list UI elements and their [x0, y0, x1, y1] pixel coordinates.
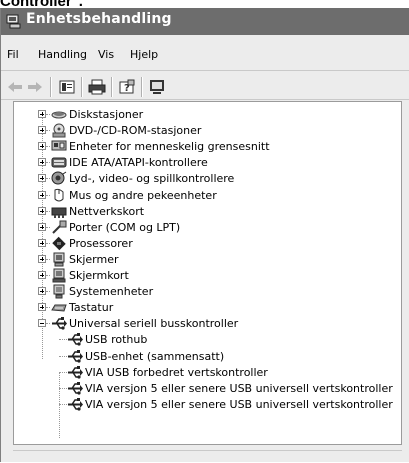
toolbar-divider	[1, 99, 409, 100]
tree-item-label: IDE ATA/ATAPI-kontrollere	[69, 156, 208, 169]
toolbar-separator	[81, 77, 83, 97]
toolbar: ?	[1, 71, 409, 101]
toolbar-separator	[111, 77, 113, 97]
tree-connector	[46, 211, 50, 212]
tree-item-label: Lyd-, video- og spillkontrollere	[69, 172, 235, 185]
tree-item-label: Skjermkort	[69, 269, 129, 282]
tree-item-label: VIA USB forbedret vertskontroller	[85, 366, 268, 379]
tree-item-label: Tastatur	[69, 301, 114, 314]
device-tree[interactable]: Diskstasjoner DVD-/CD-ROM-stasjoner Enhete…	[13, 101, 402, 445]
device-manager-icon	[6, 13, 22, 29]
expand-icon[interactable]	[38, 191, 46, 199]
tree-item-label: VIA versjon 5 eller senere USB universel…	[85, 382, 393, 395]
port-icon	[51, 220, 67, 235]
cdrom-icon	[51, 123, 67, 138]
tree-item-label: DVD-/CD-ROM-stasjoner	[69, 124, 202, 137]
network-card-icon	[51, 204, 67, 219]
menu-fil-label: Fil	[7, 48, 19, 61]
processor-icon	[51, 236, 67, 251]
tree-item-label: Enheter for menneskelig grensesnitt	[69, 140, 270, 153]
menu-hjelp[interactable]: Hjelp	[130, 48, 158, 61]
title-bar[interactable]: Enhetsbehandling	[1, 8, 409, 35]
expand-icon[interactable]	[38, 223, 46, 231]
expand-icon[interactable]	[38, 303, 46, 311]
status-bar	[13, 450, 402, 463]
window-title: Enhetsbehandling	[26, 11, 172, 27]
expand-icon[interactable]	[38, 126, 46, 134]
usb-icon	[51, 316, 67, 331]
ide-controller-icon	[51, 155, 67, 170]
toolbar-separator	[141, 77, 143, 97]
tree-item-label: Porter (COM og LPT)	[69, 221, 181, 234]
tree-connector	[46, 114, 50, 115]
device-manager-window: Enhetsbehandling Fil Handling Vis Hjelp …	[0, 8, 409, 462]
tree-connector	[46, 195, 50, 196]
expand-icon[interactable]	[38, 271, 46, 279]
usb-icon	[67, 365, 83, 380]
disk-drive-icon	[51, 107, 67, 122]
forward-arrow-icon[interactable]	[25, 77, 45, 97]
tree-item-label: Systemenheter	[69, 285, 154, 298]
tree-item-label: USB-enhet (sammensatt)	[85, 350, 225, 363]
toolbar-separator	[50, 77, 52, 97]
keyboard-icon	[51, 300, 67, 315]
menu-bar: Fil Handling Vis Hjelp	[1, 48, 409, 68]
menu-fil[interactable]: Fil	[7, 48, 19, 61]
hid-icon	[51, 139, 67, 154]
computer-icon[interactable]	[147, 77, 167, 97]
tree-connector-usb	[59, 373, 60, 438]
back-arrow-icon[interactable]	[5, 77, 25, 97]
menu-hjelp-label: Hjelp	[130, 48, 159, 61]
tree-connector	[59, 356, 67, 357]
usb-icon	[67, 349, 83, 364]
tree-connector	[46, 291, 50, 292]
expand-icon[interactable]	[38, 287, 46, 295]
tree-connector	[46, 162, 50, 163]
tree-connector	[46, 243, 50, 244]
system-device-icon	[51, 284, 67, 299]
tree-connector	[46, 130, 50, 131]
expand-icon[interactable]	[38, 110, 46, 118]
tree-connector	[59, 388, 67, 389]
usb-icon	[67, 332, 83, 347]
tree-item-label: Diskstasjoner	[69, 108, 144, 121]
tree-connector	[46, 178, 50, 179]
expand-icon[interactable]	[38, 207, 46, 215]
menu-vis[interactable]: Vis	[98, 48, 114, 61]
tree-item-label: Universal seriell busskontroller	[69, 317, 239, 330]
tree-connector	[59, 404, 67, 405]
menu-vis-label: Vis	[98, 48, 115, 61]
display-adapter-icon	[51, 268, 67, 283]
help-icon[interactable]: ?	[117, 77, 137, 97]
tree-item-label: VIA versjon 5 eller senere USB universel…	[85, 398, 393, 411]
expand-icon[interactable]	[38, 142, 46, 150]
tree-item-label: Nettverkskort	[69, 205, 145, 218]
expand-icon[interactable]	[38, 255, 46, 263]
monitor-icon	[51, 252, 67, 267]
tree-item-label: Mus og andre pekeenheter	[69, 189, 217, 202]
collapse-icon[interactable]	[38, 319, 46, 327]
tree-connector	[46, 275, 50, 276]
tree-item-label: Prosessorer	[69, 237, 133, 250]
tree-item-label: USB rothub	[85, 333, 148, 346]
expand-icon[interactable]	[38, 158, 46, 166]
tree-connector	[59, 372, 67, 373]
sound-icon	[51, 171, 67, 186]
menu-handling-label: Handling	[38, 48, 88, 61]
tree-connector	[59, 339, 67, 340]
properties-icon[interactable]	[57, 77, 77, 97]
expand-icon[interactable]	[38, 174, 46, 182]
usb-icon	[67, 381, 83, 396]
tree-item-label: Skjermer	[69, 253, 119, 266]
menu-handling[interactable]: Handling	[38, 48, 87, 61]
usb-icon	[67, 397, 83, 412]
tree-connector	[46, 259, 50, 260]
tree-connector	[46, 227, 50, 228]
tree-connector	[46, 323, 50, 324]
mouse-icon	[51, 188, 67, 203]
expand-icon[interactable]	[38, 239, 46, 247]
tree-connector	[46, 146, 50, 147]
tree-connector	[46, 307, 50, 308]
print-icon[interactable]	[87, 77, 107, 97]
